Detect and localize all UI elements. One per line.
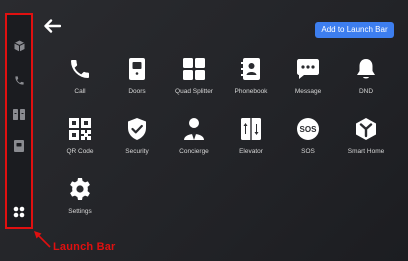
phone-icon bbox=[68, 57, 92, 81]
shield-check-icon bbox=[125, 117, 149, 141]
gear-icon bbox=[68, 177, 92, 201]
add-to-launch-bar-button[interactable]: Add to Launch Bar bbox=[315, 22, 394, 38]
app-elevator[interactable]: Elevator bbox=[223, 117, 279, 161]
app-phonebook[interactable]: Phonebook bbox=[223, 57, 279, 101]
app-concierge[interactable]: Concierge bbox=[166, 117, 222, 161]
bell-icon bbox=[354, 57, 378, 81]
app-label: Settings bbox=[68, 208, 92, 215]
app-label: Smart Home bbox=[347, 148, 385, 155]
quad-split-icon[interactable] bbox=[12, 107, 26, 121]
phone-icon[interactable] bbox=[12, 73, 26, 87]
launch-bar-annotation-label: Launch Bar bbox=[53, 241, 116, 253]
elevator-icon bbox=[239, 117, 263, 141]
quad-split-icon bbox=[182, 57, 206, 81]
app-security[interactable]: Security bbox=[109, 117, 165, 161]
message-icon bbox=[296, 57, 320, 81]
door-icon[interactable] bbox=[12, 139, 26, 153]
door-icon bbox=[125, 57, 149, 81]
svg-text:SOS: SOS bbox=[300, 125, 318, 134]
cube-icon[interactable] bbox=[12, 39, 26, 53]
app-dnd[interactable]: DND bbox=[338, 57, 394, 101]
app-sos[interactable]: SOS SOS bbox=[280, 117, 336, 161]
phonebook-icon bbox=[239, 57, 263, 81]
app-message[interactable]: Message bbox=[280, 57, 336, 101]
app-qr-code[interactable]: QR Code bbox=[52, 117, 108, 161]
apps-grid-icon[interactable] bbox=[12, 205, 26, 219]
app-call[interactable]: Call bbox=[52, 57, 108, 101]
launch-bar bbox=[5, 13, 33, 229]
app-settings[interactable]: Settings bbox=[52, 177, 108, 221]
app-quad-splitter[interactable]: Quad Splitter bbox=[166, 57, 222, 101]
arrow-left-icon[interactable] bbox=[43, 19, 62, 33]
qr-code-icon bbox=[68, 117, 92, 141]
sos-icon: SOS bbox=[296, 117, 320, 141]
app-screen: Add to Launch Bar Call Doors Quad Splitt… bbox=[0, 0, 408, 261]
app-label: DND bbox=[358, 88, 374, 95]
app-smart-home[interactable]: Smart Home bbox=[338, 117, 394, 161]
smart-home-icon bbox=[354, 117, 378, 141]
app-doors[interactable]: Doors bbox=[109, 57, 165, 101]
concierge-icon bbox=[182, 117, 206, 141]
